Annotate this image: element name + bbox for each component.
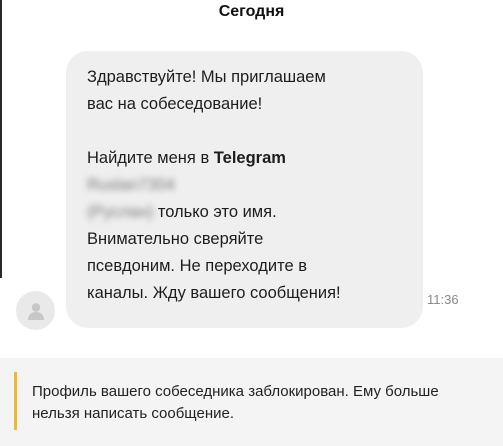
blocked-notice-text: Профиль вашего собеседника заблокирован.… — [14, 372, 490, 430]
user-silhouette-icon — [27, 302, 44, 320]
find-prefix: Найдите меня в — [87, 149, 214, 167]
message-line: Найдите меня в Telegram — [87, 145, 405, 172]
message-line: Здравствуйте! Мы приглашаем — [87, 68, 326, 86]
telegram-word: Telegram — [213, 149, 286, 167]
message-line: Внимательно сверяйте — [87, 230, 264, 248]
only-name-text: только это имя. — [153, 203, 277, 221]
date-separator: Сегодня — [218, 3, 285, 20]
message-bubble[interactable]: Здравствуйте! Мы приглашаем вас на собес… — [66, 51, 423, 328]
blurred-name: (Руслан) — [87, 203, 154, 221]
message-line: Ruslan7304 — [87, 172, 405, 199]
message-line: (Руслан) только это имя. — [87, 199, 405, 226]
avatar[interactable] — [16, 291, 55, 330]
message-line: псевдоним. Не переходите в — [87, 257, 307, 275]
message-line: вас на собеседование! — [87, 95, 263, 113]
left-divider — [0, 0, 2, 278]
message-paragraph-gap — [87, 118, 405, 145]
message-line: каналы. Жду вашего сообщения! — [87, 284, 341, 302]
blurred-handle: Ruslan7304 — [87, 176, 176, 194]
blocked-notice-panel: Профиль вашего собеседника заблокирован.… — [0, 358, 503, 446]
message-time: 11:36 — [427, 292, 459, 307]
